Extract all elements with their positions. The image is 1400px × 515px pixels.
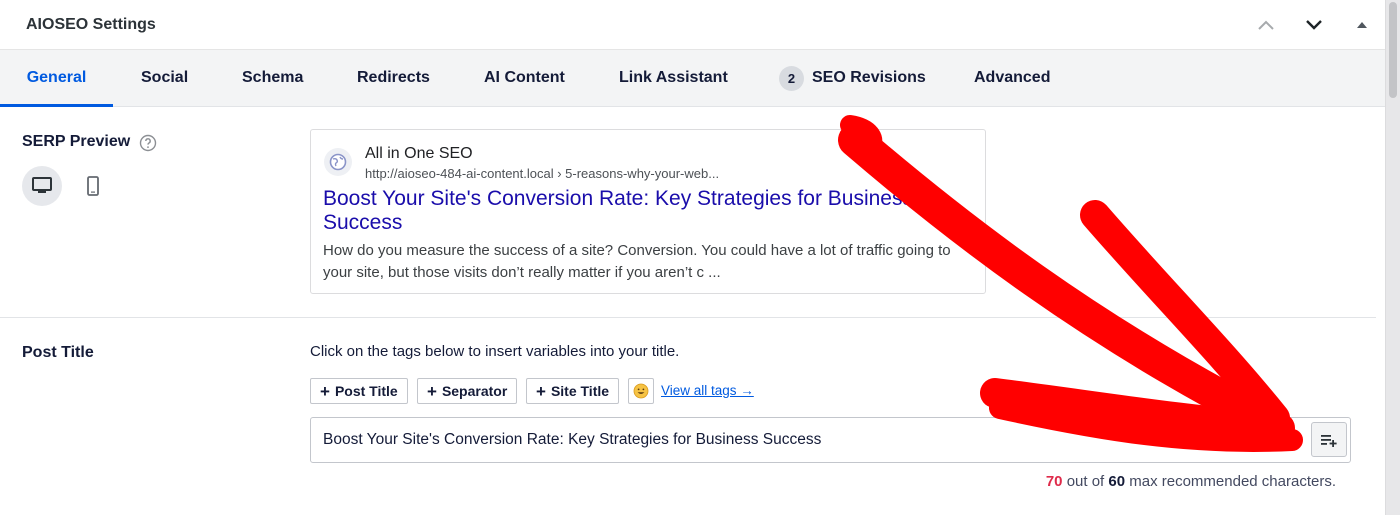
move-up-button[interactable] [1249, 12, 1283, 38]
plus-icon: + [536, 381, 546, 401]
serp-preview-label: SERP Preview [22, 133, 131, 150]
globe-icon [324, 148, 352, 176]
tab-label: Social [141, 69, 189, 86]
tag-label: Site Title [550, 383, 610, 399]
tag-site-title-button[interactable]: + Site Title [526, 378, 620, 404]
serp-title-line1: Boost Your Site's Conversion Rate: Key S… [323, 187, 913, 210]
aioseo-metabox: AIOSEO Settings General Social Schema Re… [0, 0, 1386, 515]
tag-separator-button[interactable]: + Separator [417, 378, 518, 404]
serp-site-name: All in One SEO [365, 145, 473, 162]
toggle-panel-button[interactable] [1345, 12, 1379, 38]
emoji-picker-button[interactable] [628, 378, 654, 404]
serp-url: http://aioseo-484-ai-content.local › 5-r… [365, 166, 720, 181]
header-controls [1249, 12, 1379, 38]
plus-icon: + [320, 381, 330, 401]
tag-label: Separator [441, 383, 508, 399]
tab-redirects[interactable]: Redirects [357, 50, 430, 106]
scrollbar[interactable] [1386, 0, 1400, 515]
post-title-input[interactable] [310, 417, 1351, 463]
tab-label: Redirects [357, 69, 430, 86]
metabox-title: AIOSEO Settings [26, 15, 156, 33]
tags-hint: Click on the tags below to insert variab… [310, 343, 680, 360]
help-circle-icon[interactable] [139, 134, 157, 157]
scrollbar-thumb[interactable] [1389, 2, 1397, 98]
tab-general[interactable]: General [0, 50, 113, 107]
tab-label: Advanced [974, 69, 1051, 86]
insert-tag-icon [1321, 434, 1337, 447]
char-count-text: out of [1066, 473, 1105, 490]
chevron-down-icon [1306, 20, 1322, 30]
section-divider [0, 317, 1376, 318]
view-all-tags-link[interactable]: View all tags → [661, 383, 754, 398]
tab-label: Schema [242, 69, 304, 86]
emoji-icon [633, 383, 649, 399]
tab-advanced[interactable]: Advanced [974, 50, 1050, 106]
chevron-up-icon [1258, 20, 1274, 30]
mobile-icon [87, 176, 99, 196]
serp-description: How do you measure the success of a site… [323, 242, 951, 281]
insert-tag-button[interactable] [1311, 422, 1347, 457]
tab-label: AI Content [484, 69, 565, 86]
tag-label: Post Title [334, 383, 398, 399]
tab-schema[interactable]: Schema [242, 50, 303, 106]
desktop-preview-button[interactable] [22, 166, 62, 206]
character-count: 70 out of 60 max recommended characters. [1046, 473, 1336, 490]
tag-post-title-button[interactable]: + Post Title [310, 378, 408, 404]
tab-seo-revisions[interactable]: 2 SEO Revisions [779, 50, 926, 106]
desktop-icon [32, 177, 52, 193]
plus-icon: + [427, 381, 437, 401]
metabox-header: AIOSEO Settings [0, 0, 1385, 50]
tab-label: General [26, 69, 87, 86]
char-count-text-end: max recommended characters. [1129, 473, 1336, 490]
tab-bar: General Social Schema Redirects AI Conte… [0, 50, 1385, 107]
serp-title-line2: Success [323, 211, 403, 234]
revisions-count-badge: 2 [779, 65, 804, 91]
tab-label: Link Assistant [619, 69, 728, 86]
post-title-label: Post Title [22, 344, 94, 361]
serp-preview-card: All in One SEO http://aioseo-484-ai-cont… [310, 129, 986, 294]
triangle-up-icon [1357, 22, 1367, 28]
tab-label: SEO Revisions [812, 69, 926, 86]
tab-ai-content[interactable]: AI Content [484, 50, 565, 106]
tab-link-assistant[interactable]: Link Assistant [619, 50, 728, 106]
tab-social[interactable]: Social [141, 50, 188, 106]
mobile-preview-button[interactable] [73, 166, 113, 206]
char-max-value: 60 [1108, 473, 1126, 490]
char-count-value: 70 [1045, 473, 1063, 490]
move-down-button[interactable] [1297, 12, 1331, 38]
